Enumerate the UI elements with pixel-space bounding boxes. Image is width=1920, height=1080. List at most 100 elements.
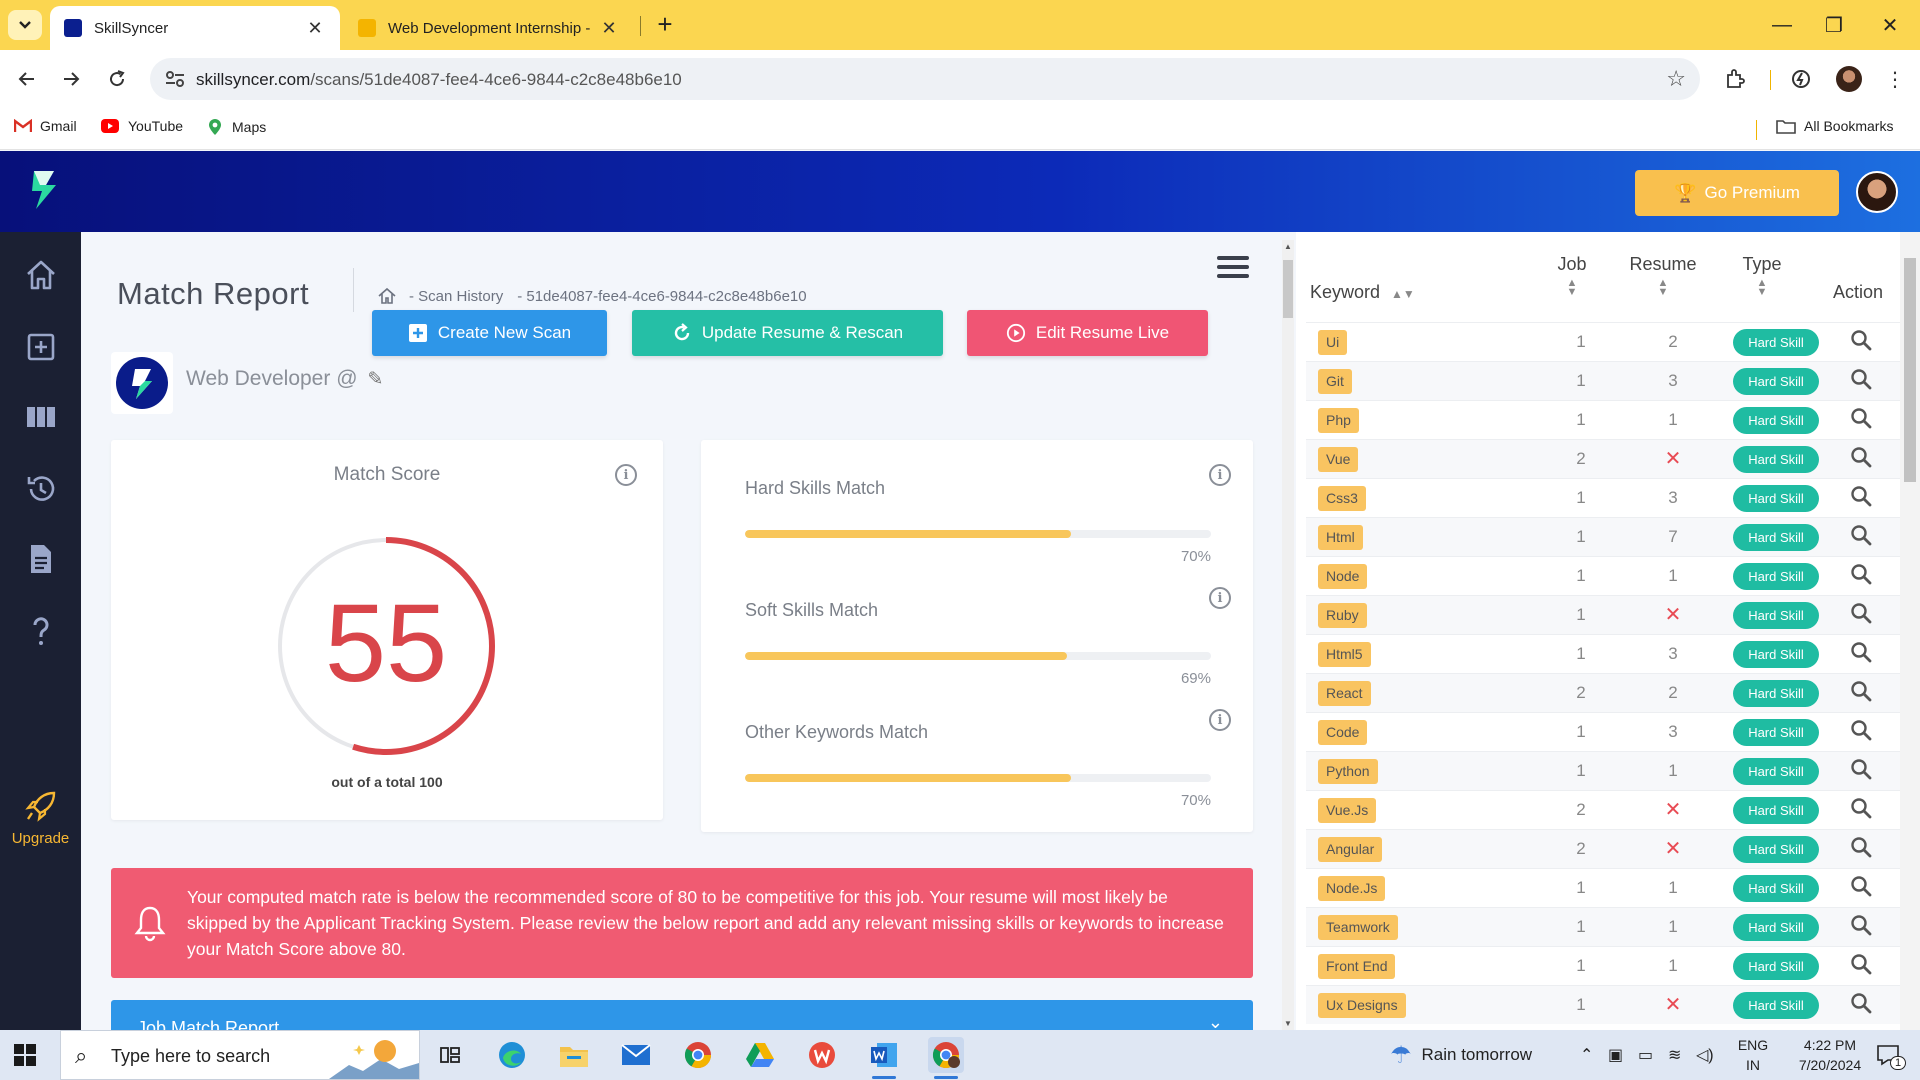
sidebar-item-upgrade[interactable] [0,784,81,828]
search-icon[interactable] [1850,914,1872,936]
user-avatar[interactable] [1856,171,1898,213]
close-tab-icon[interactable]: ✕ [304,18,326,39]
main-scrollbar-thumb[interactable] [1283,260,1293,318]
task-view-icon[interactable] [432,1037,468,1073]
sort-icon[interactable]: ▲▼ [1623,278,1703,298]
go-premium-button[interactable]: 🏆 Go Premium [1635,170,1839,216]
show-hidden-icons[interactable]: ⌃ [1580,1030,1593,1080]
restore-button[interactable]: ❐ [1806,0,1862,50]
search-icon[interactable] [1850,641,1872,663]
search-icon[interactable] [1850,875,1872,897]
hamburger-menu-icon[interactable] [1217,256,1249,282]
volume-icon[interactable]: ◁) [1696,1030,1714,1080]
performance-icon[interactable] [1788,66,1814,92]
google-drive-icon[interactable] [742,1037,778,1073]
edge-browser-icon[interactable] [494,1037,530,1073]
main-scrollbar[interactable]: ▲ ▼ [1282,240,1294,1030]
scroll-up-icon[interactable]: ▲ [1282,242,1294,251]
keyword-tag: Code [1318,720,1368,745]
search-icon[interactable] [1850,719,1872,741]
tab-skillsyncer[interactable]: SkillSyncer ✕ [50,6,340,50]
reload-button[interactable] [102,64,132,94]
keyword-panel-scrollbar[interactable] [1900,232,1920,1030]
info-icon[interactable]: i [1209,709,1231,731]
search-icon[interactable] [1850,836,1872,858]
sidebar-item-documents[interactable] [0,534,81,584]
address-bar[interactable]: skillsyncer.com/scans/51de4087-fee4-4ce6… [150,58,1700,100]
site-settings-icon[interactable] [164,69,186,89]
meet-now-icon[interactable]: ▣ [1608,1030,1623,1080]
info-icon[interactable]: i [1209,464,1231,486]
weather-widget[interactable]: ☂ Rain tomorrow [1390,1030,1532,1080]
new-tab-button[interactable]: + [650,10,680,40]
edit-pencil-icon[interactable]: ✎ [368,368,384,391]
job-column-header[interactable]: Job ▲ ▼ [1547,254,1597,298]
search-icon[interactable] [1850,368,1872,390]
more-menu-icon[interactable]: ⋮ [1882,66,1908,92]
search-icon[interactable] [1850,407,1872,429]
search-icon[interactable] [1850,524,1872,546]
taskbar-search[interactable]: ⌕ Type here to search [60,1030,420,1080]
extensions-icon[interactable] [1722,66,1748,92]
search-icon[interactable] [1850,797,1872,819]
scroll-down-icon[interactable]: ▼ [1282,1019,1294,1028]
resume-column-header[interactable]: Resume ▲ ▼ [1623,254,1703,298]
sort-icon[interactable]: ▲▼ [1732,278,1792,298]
info-icon[interactable]: i [1209,587,1231,609]
create-new-scan-button[interactable]: Create New Scan [372,310,607,356]
profile-avatar[interactable] [1836,66,1862,92]
edit-resume-live-button[interactable]: Edit Resume Live [967,310,1208,356]
close-tab-icon[interactable]: ✕ [598,18,620,39]
job-match-report-header[interactable]: Job Match Report ⌄ [111,1000,1253,1030]
back-button[interactable] [12,64,42,94]
info-icon[interactable]: i [615,464,637,486]
sort-icon[interactable]: ▲▼ [1391,287,1415,301]
wps-office-icon[interactable] [804,1037,840,1073]
search-icon[interactable] [1850,680,1872,702]
breadcrumb-home-icon[interactable] [377,286,397,306]
sidebar-item-new-scan[interactable] [0,322,81,372]
sort-icon[interactable]: ▲▼ [1547,278,1597,298]
all-bookmarks[interactable]: All Bookmarks [1776,118,1893,134]
go-premium-label: Go Premium [1704,183,1800,202]
taskbar-clock[interactable]: 4:22 PM 7/20/2024 [1784,1035,1876,1075]
keyword-column-header[interactable]: Keyword ▲▼ [1310,282,1415,303]
chrome-profile-icon[interactable] [928,1037,964,1079]
notifications-icon[interactable]: 1 [1876,1030,1907,1080]
keyword-scrollbar-thumb[interactable] [1904,258,1916,482]
skillsyncer-logo-icon[interactable] [26,169,60,211]
file-explorer-icon[interactable] [556,1037,592,1073]
sidebar-item-columns[interactable] [0,392,81,442]
windows-start-icon[interactable] [14,1044,36,1066]
sidebar-item-help[interactable] [0,606,81,656]
wifi-icon[interactable]: ≋ [1668,1030,1681,1080]
upgrade-label[interactable]: Upgrade [0,830,81,847]
search-icon[interactable] [1850,446,1872,468]
bookmark-gmail[interactable]: Gmail [14,118,77,134]
forward-button[interactable] [56,64,86,94]
search-icon[interactable] [1850,602,1872,624]
search-icon[interactable] [1850,329,1872,351]
type-column-header[interactable]: Type ▲ ▼ [1732,254,1792,298]
search-icon[interactable] [1850,992,1872,1014]
update-resume-rescan-button[interactable]: Update Resume & Rescan [632,310,943,356]
close-window-button[interactable]: ✕ [1862,0,1918,50]
bookmark-star-icon[interactable]: ☆ [1666,66,1686,92]
tab-search-button[interactable] [8,10,42,40]
bookmark-youtube[interactable]: YouTube [100,118,183,134]
minimize-button[interactable]: — [1754,0,1810,50]
search-icon[interactable] [1850,563,1872,585]
mail-icon[interactable] [618,1037,654,1073]
battery-icon[interactable]: ▭ [1638,1030,1653,1080]
search-icon[interactable] [1850,485,1872,507]
search-icon[interactable] [1850,758,1872,780]
input-language[interactable]: ENG IN [1734,1035,1772,1075]
search-icon[interactable] [1850,953,1872,975]
sidebar-item-history[interactable] [0,464,81,514]
word-icon[interactable] [866,1037,902,1079]
tab-web-development-internship[interactable]: Web Development Internship - ✕ [344,6,634,50]
breadcrumb-scan-history[interactable]: - Scan History [409,288,503,305]
bookmark-maps[interactable]: Maps [206,118,266,136]
sidebar-item-home[interactable] [0,250,81,300]
chrome-icon[interactable] [680,1037,716,1073]
